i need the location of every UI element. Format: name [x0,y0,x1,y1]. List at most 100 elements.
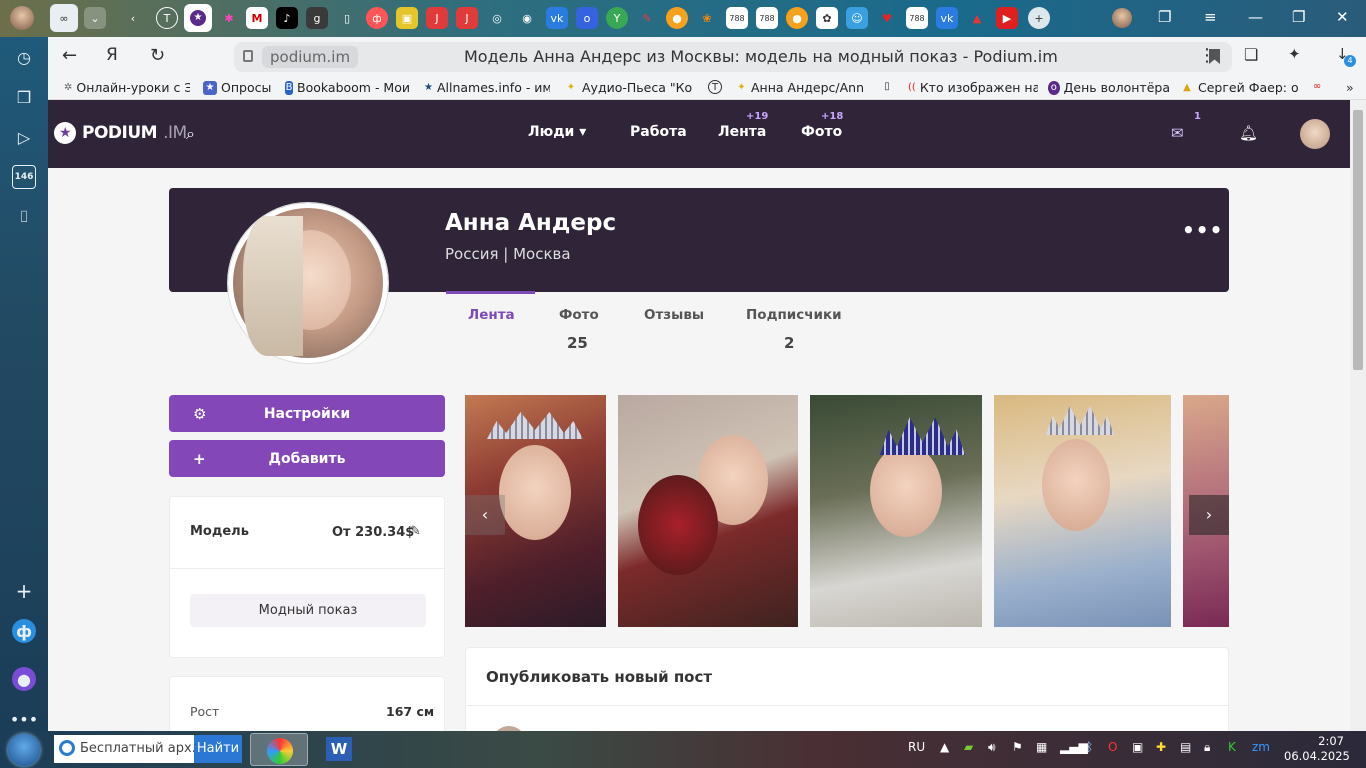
bluetooth-icon[interactable]: ᛒ [1086,740,1093,754]
tab-favicon[interactable]: ✿ [816,7,838,29]
tab-photos[interactable]: Фото [559,307,599,323]
bell-icon[interactable]: 🔔︎ [1239,124,1258,142]
tab-favicon[interactable]: ✱ [218,7,240,29]
zoom-icon[interactable]: zm [1252,740,1270,754]
tab-favicon[interactable]: 788 [906,7,928,29]
tab-favicon[interactable]: ✎ [636,7,658,29]
app-f-icon[interactable]: ф [12,619,36,643]
url-field[interactable]: podium.im Модель Анна Андерс из Москвы: … [234,42,1232,72]
counter-badge[interactable]: 146 [12,165,36,189]
tray-app-icon[interactable]: ✚ [1156,740,1166,754]
volume-icon[interactable]: 🔊︎ [988,740,996,755]
menu-icon[interactable]: ≡ [1204,8,1217,26]
nav-photo[interactable]: Фото [801,124,842,140]
more-vertical-icon[interactable]: ⋮ [1198,45,1216,66]
signal-icon[interactable]: ▂▄▆ [1060,740,1088,754]
kaspersky-icon[interactable]: K [1228,740,1236,754]
reading-icon[interactable]: ❏ [1244,45,1258,64]
page-scrollbar[interactable] [1350,100,1366,731]
tab-favicon[interactable]: ● [786,7,808,29]
tab-feed[interactable]: Лента [468,307,515,323]
chevron-down-icon[interactable]: ⌄ [84,7,106,29]
tab-favicon[interactable]: ◎ [486,7,508,29]
scrollbar-thumb[interactable] [1353,110,1363,370]
bookmark-item[interactable]: ★ Allnames.info - им [424,80,550,95]
history-icon[interactable]: ◷ [12,45,36,69]
tray-app-icon[interactable]: ▣ [1132,740,1143,754]
bookmark-item[interactable]: T [708,80,728,94]
screenshot-icon[interactable]: ⌷ [12,205,36,229]
lock-icon[interactable]: 🔒︎ [1204,740,1210,755]
taskbar-search-input[interactable]: Бесплатный арх... [54,735,194,763]
tab-favicon[interactable]: ☺ [846,7,868,29]
tab-tiktok-icon[interactable]: ♪ [276,7,298,29]
tab-favicon[interactable]: ▲ [966,7,988,29]
start-button[interactable] [8,734,40,766]
bookmark-item[interactable]: ✦ Аудио-Пьеса "Ко [564,80,694,95]
tab-favicon[interactable]: g [306,7,328,29]
play-icon[interactable]: ▷ [12,125,36,149]
tab-favicon[interactable]: J [426,7,448,29]
more-icon[interactable]: ••• [10,707,38,731]
maximize-icon[interactable]: ❐ [1292,8,1305,26]
back-icon[interactable]: ← [62,45,77,66]
collections-icon[interactable]: ❐ [1158,8,1171,26]
alice-icon[interactable]: ● [12,667,36,691]
reload-icon[interactable]: ↻ [150,45,165,66]
bookmark-item[interactable]: B Bookaboom - Мои [285,80,410,95]
keyboard-icon[interactable]: ▦ [1036,740,1047,754]
nav-feed[interactable]: Лента [718,124,766,140]
gallery-photo[interactable] [994,395,1171,627]
tab-favicon[interactable]: J [456,7,478,29]
bookmark-item[interactable]: ✦ Анна Андерс/Ann [736,80,864,95]
add-icon[interactable]: + [12,579,36,603]
taskbar-clock[interactable]: 2:07 06.04.2025 [1284,734,1350,764]
yandex-icon[interactable]: Я [106,45,118,65]
chevron-left-icon[interactable]: ‹ [465,495,505,535]
taskbar-yandex-browser[interactable] [250,733,308,766]
tab-youtube-icon[interactable]: ▶ [996,7,1018,29]
taskbar-find-button[interactable]: Найти [194,735,242,763]
close-icon[interactable]: ✕ [1336,8,1349,26]
gallery-photo[interactable] [618,395,798,627]
tab-favicon[interactable]: M [246,7,268,29]
tab-favicon[interactable]: о [576,7,598,29]
gallery-photo[interactable] [810,395,982,627]
flag-icon[interactable]: ⚑ [1012,740,1023,754]
profile-avatar-large[interactable] [228,203,388,363]
nav-work[interactable]: Работа [630,124,687,140]
mail-icon[interactable]: ✉ [1171,124,1184,142]
tab-followers[interactable]: Подписчики [746,307,842,323]
more-options-icon[interactable]: ••• [1182,218,1223,242]
chevron-left-icon[interactable]: ‹ [122,7,144,29]
extension-icon[interactable]: ✦ [1288,45,1301,63]
pencil-icon[interactable]: ✎ [410,524,421,539]
language-indicator[interactable]: RU [908,740,925,754]
category-tag[interactable]: Модный показ [190,594,426,627]
tab-groups-icon[interactable]: ∞ [50,4,78,32]
new-tab-plus-icon[interactable]: + [1028,7,1050,29]
user-avatar[interactable] [1300,119,1330,149]
tab-favicon[interactable]: ❀ [696,7,718,29]
tab-podium-active[interactable]: ★ [184,4,212,32]
tray-arrow-icon[interactable]: ▲ [940,740,949,754]
profile-avatar[interactable] [10,6,34,30]
tabs-icon[interactable]: ❒ [12,85,36,109]
tab-vk-icon[interactable]: vk [936,7,958,29]
add-button[interactable]: + Добавить [169,440,445,477]
tab-favicon[interactable]: 788 [756,7,778,29]
bookmarks-overflow-icon[interactable]: » [1346,80,1366,95]
tray-app-icon[interactable]: ▤ [1180,740,1191,754]
site-logo[interactable]: ★ PODIUM .IM [54,122,187,144]
minimize-icon[interactable]: — [1248,8,1263,26]
tab-favicon-t[interactable]: T [156,7,178,29]
bookmark-item[interactable]: ✲ Онлайн-уроки с Э [64,80,190,95]
search-icon[interactable]: ⌕ [186,124,195,144]
taskbar-word[interactable]: W [318,733,362,766]
bookmark-item[interactable]: ▯ [880,80,900,94]
bookmark-item[interactable]: ((Кто изображен на [908,80,1038,95]
settings-button[interactable]: ⚙ Настройки [169,395,445,432]
tab-favicon[interactable]: ◉ [516,7,538,29]
tab-favicon[interactable]: ♥ [876,7,898,29]
bookmark-item[interactable]: ▲ Сергей Фаер: о [1180,80,1302,95]
